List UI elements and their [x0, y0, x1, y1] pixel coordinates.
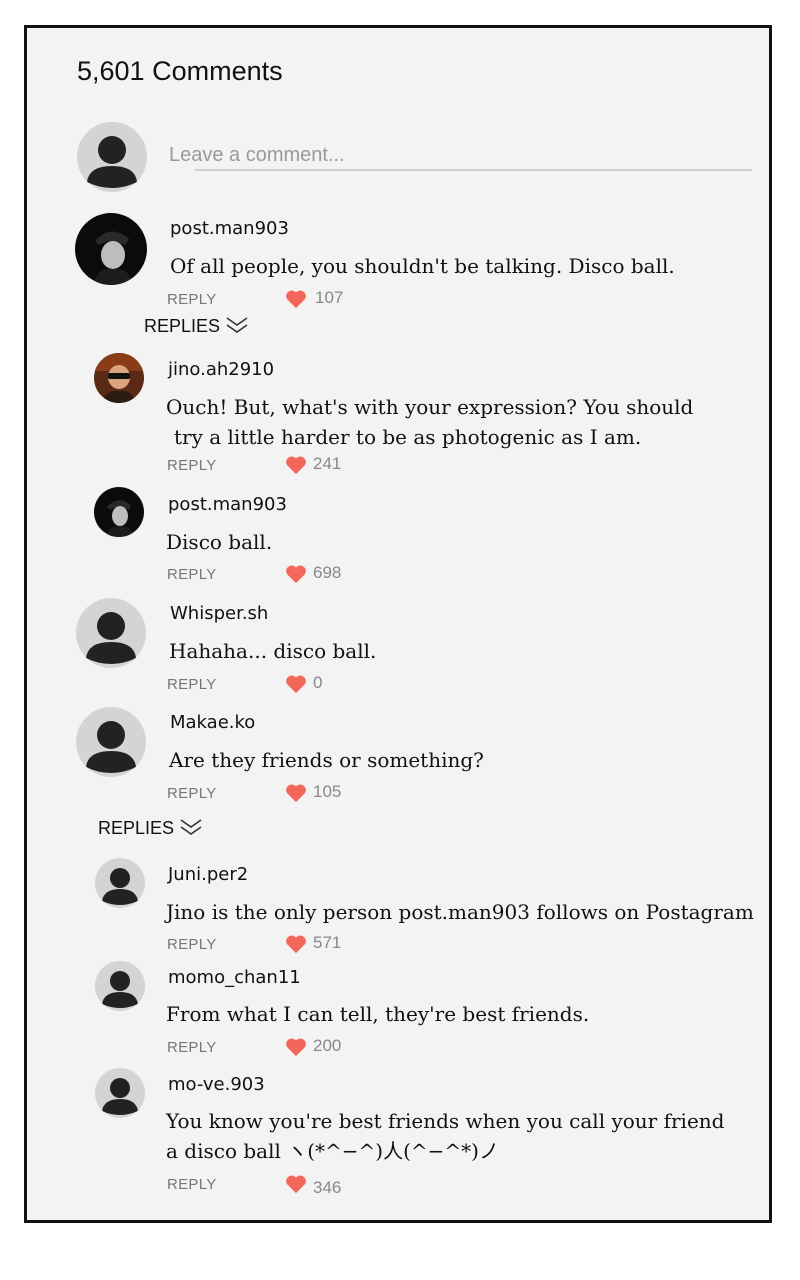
profile-photo-icon	[94, 487, 144, 537]
reply-button[interactable]: REPLY	[167, 1039, 217, 1056]
comment-username[interactable]: Makae.ko	[170, 712, 255, 733]
user-avatar[interactable]	[76, 598, 146, 668]
user-silhouette-icon	[76, 707, 146, 777]
user-avatar[interactable]	[75, 213, 147, 285]
user-silhouette-icon	[77, 122, 147, 192]
reply-button[interactable]: REPLY	[167, 1176, 217, 1193]
like-count: 107	[315, 288, 344, 307]
user-avatar[interactable]	[94, 487, 144, 537]
comment-text-line: a disco ball ヽ(*^−^)人(^−^*)ノ	[166, 1139, 499, 1163]
comment-text: From what I can tell, they're best frien…	[166, 1002, 590, 1026]
heart-icon[interactable]	[285, 934, 307, 954]
like-count: 346	[313, 1178, 342, 1197]
user-silhouette-icon	[95, 858, 145, 908]
replies-toggle[interactable]: REPLIES	[144, 316, 220, 337]
comment-text: Are they friends or something?	[169, 748, 484, 772]
heart-icon[interactable]	[285, 1037, 307, 1057]
reply-button[interactable]: REPLY	[167, 291, 217, 308]
user-silhouette-icon	[95, 1068, 145, 1118]
like-count: 698	[313, 563, 342, 582]
double-chevron-down-icon[interactable]	[178, 818, 204, 836]
profile-photo-icon	[94, 353, 144, 403]
comment-text: Of all people, you shouldn't be talking.…	[170, 254, 675, 278]
heart-icon[interactable]	[285, 674, 307, 694]
comment-input[interactable]	[165, 140, 753, 170]
reply-button[interactable]: REPLY	[167, 457, 217, 474]
comment-username[interactable]: mo-ve.903	[168, 1074, 265, 1095]
reply-button[interactable]: REPLY	[167, 785, 217, 802]
comment-username[interactable]: momo_chan11	[168, 967, 301, 988]
comment-text-line: You know you're best friends when you ca…	[166, 1109, 725, 1133]
comment-username[interactable]: Whisper.sh	[170, 603, 268, 624]
user-avatar[interactable]	[76, 707, 146, 777]
heart-icon[interactable]	[285, 455, 307, 475]
user-avatar[interactable]	[95, 961, 145, 1011]
heart-icon[interactable]	[285, 1174, 307, 1194]
reply-button[interactable]: REPLY	[167, 566, 217, 583]
reply-button[interactable]: REPLY	[167, 676, 217, 693]
comment-username[interactable]: post.man903	[170, 218, 289, 239]
user-avatar[interactable]	[95, 858, 145, 908]
comment-text: Jino is the only person post.man903 foll…	[166, 900, 754, 924]
comments-panel: 5,601 Comments post.man903 Of all people…	[24, 25, 772, 1223]
comment-username[interactable]: post.man903	[168, 494, 287, 515]
like-count: 241	[313, 454, 342, 473]
like-count: 105	[313, 782, 342, 801]
heart-icon[interactable]	[285, 289, 307, 309]
comment-count-title: 5,601 Comments	[77, 56, 283, 86]
user-avatar[interactable]	[94, 353, 144, 403]
comment-username[interactable]: Juni.per2	[168, 864, 248, 885]
comment-text: Disco ball.	[166, 530, 273, 554]
comment-username[interactable]: jino.ah2910	[168, 359, 274, 380]
current-user-avatar	[77, 122, 147, 192]
comment-text-line: Ouch! But, what's with your expression? …	[166, 395, 694, 419]
comment-input-underline	[195, 169, 752, 171]
heart-icon[interactable]	[285, 783, 307, 803]
user-avatar[interactable]	[95, 1068, 145, 1118]
heart-icon[interactable]	[285, 564, 307, 584]
reply-button[interactable]: REPLY	[167, 936, 217, 953]
profile-photo-icon	[75, 213, 147, 285]
like-count: 200	[313, 1036, 342, 1055]
comment-text: Hahaha... disco ball.	[169, 639, 377, 663]
user-silhouette-icon	[95, 961, 145, 1011]
double-chevron-down-icon[interactable]	[224, 316, 250, 334]
comment-text-line: try a little harder to be as photogenic …	[174, 425, 642, 449]
like-count: 571	[313, 933, 342, 952]
user-silhouette-icon	[76, 598, 146, 668]
like-count: 0	[313, 673, 323, 692]
replies-toggle[interactable]: REPLIES	[98, 818, 174, 839]
